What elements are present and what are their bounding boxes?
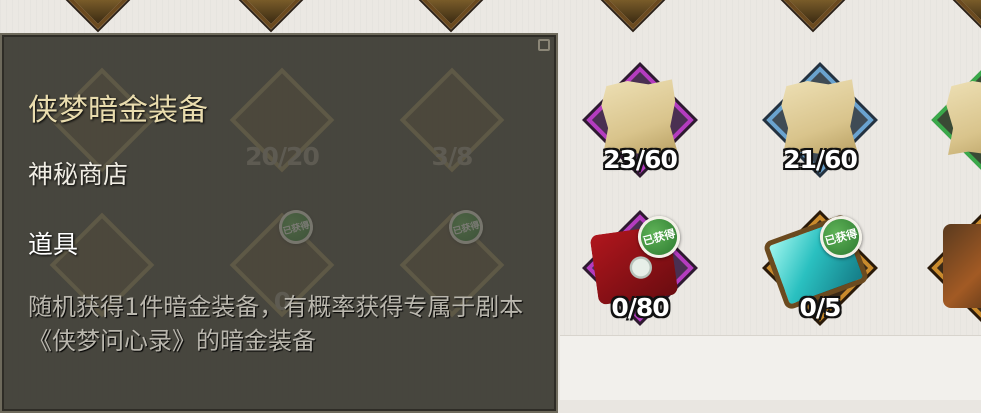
ghost-item-slot: 20/20 [227, 65, 337, 175]
tooltip-description: 随机获得1件暗金装备，有概率获得专属于剧本《侠梦问心录》的暗金装备 [28, 293, 524, 355]
corner-ornament-icon [538, 39, 550, 51]
item-count: 0/80 [611, 293, 669, 322]
cushion-item[interactable]: 已获得 0/80 [580, 208, 700, 328]
ghost-item-slot: 3/8 [397, 65, 507, 175]
item-tooltip: 20/20 3/8 已获得 0 已获得 侠梦暗金装备 神秘商店 道具 随机获得1… [0, 33, 558, 413]
crystal-item[interactable]: 已获得 0/5 [760, 208, 880, 328]
tile-icon [943, 224, 981, 308]
scroll-item-blue[interactable]: 21/60 [760, 60, 880, 180]
item-count: 0/5 [799, 293, 842, 322]
scroll-item-green[interactable] [925, 60, 981, 180]
ghost-item-count: 20/20 [245, 142, 320, 171]
item-count: 21/60 [783, 145, 858, 174]
scroll-item-purple[interactable]: 23/60 [580, 60, 700, 180]
tooltip-item-type: 道具 [28, 230, 79, 259]
tile-item[interactable] [925, 208, 981, 328]
tooltip-source: 神秘商店 [28, 160, 129, 189]
inventory-lower-band [560, 335, 981, 400]
item-count: 23/60 [603, 145, 678, 174]
tooltip-title: 侠梦暗金装备 [28, 93, 208, 128]
ghost-item-count: 3/8 [431, 142, 474, 171]
